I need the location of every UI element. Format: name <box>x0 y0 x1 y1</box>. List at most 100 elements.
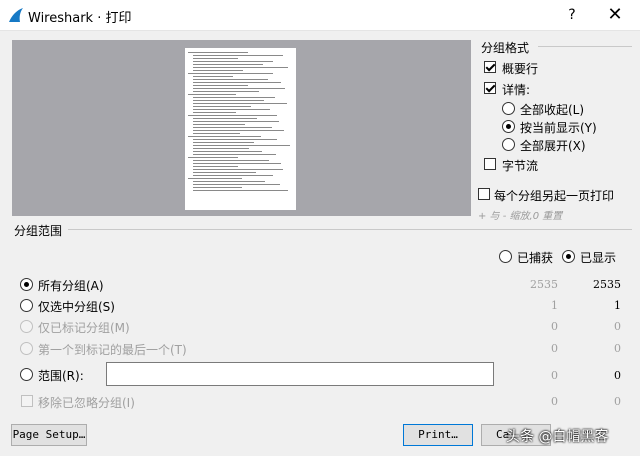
preview-text-line <box>193 82 281 83</box>
details-label: 详情: <box>502 83 531 97</box>
preview-page <box>185 48 296 210</box>
marked-only-displayed: 0 <box>614 320 621 333</box>
as-displayed-label: 按当前显示(Y) <box>520 121 597 135</box>
preview-text-line <box>193 85 248 86</box>
preview-text-line <box>193 172 256 173</box>
all-packets-captured: 2535 <box>530 278 558 291</box>
collapse-all-radio[interactable] <box>502 102 515 115</box>
preview-text-line <box>193 154 276 155</box>
help-button[interactable]: ? <box>552 0 592 30</box>
marked-only-label: 仅已标记分组(M) <box>38 321 130 335</box>
preview-text-line <box>188 157 238 158</box>
first-to-last-marked-displayed: 0 <box>614 342 621 355</box>
displayed-label: 已显示 <box>580 251 617 265</box>
preview-text-line <box>193 124 245 125</box>
marked-only-captured: 0 <box>551 320 558 333</box>
summary-label: 概要行 <box>502 62 539 76</box>
expand-all-label: 全部展开(X) <box>520 139 586 153</box>
preview-text-line <box>193 163 281 164</box>
captured-radio[interactable] <box>499 250 512 263</box>
remove-ignored-captured: 0 <box>551 395 558 408</box>
displayed-radio[interactable] <box>562 250 575 263</box>
marked-only-radio[interactable] <box>20 320 33 333</box>
preview-text-line <box>193 88 285 89</box>
packet-range-title: 分组范围 <box>14 224 63 238</box>
preview-text-line <box>193 145 290 146</box>
preview-text-line <box>188 115 277 116</box>
selected-only-captured: 1 <box>551 299 558 312</box>
packet-range-divider <box>68 229 632 230</box>
preview-text-line <box>193 112 236 113</box>
preview-text-line <box>193 139 277 140</box>
all-packets-displayed: 2535 <box>593 278 621 291</box>
packet-format-divider <box>538 46 632 47</box>
preview-text-line <box>193 169 283 170</box>
preview-text-line <box>193 184 280 185</box>
preview-text-line <box>193 118 257 119</box>
preview-text-line <box>193 79 268 80</box>
preview-text-line <box>193 76 233 77</box>
range-displayed: 0 <box>614 369 621 382</box>
summary-checkbox[interactable] <box>484 61 496 73</box>
first-to-last-marked-label: 第一个到标记的最后一个(T) <box>38 343 187 357</box>
preview-text-line <box>193 55 283 56</box>
selected-only-label: 仅选中分组(S) <box>38 300 115 314</box>
bytes-label: 字节流 <box>502 159 539 173</box>
details-checkbox[interactable] <box>484 82 496 94</box>
all-packets-label: 所有分组(A) <box>38 279 104 293</box>
preview-text-line <box>193 100 264 101</box>
print-button[interactable]: Print… <box>403 424 473 446</box>
preview-text-line <box>193 187 242 188</box>
preview-text-line <box>193 151 262 152</box>
preview-text-line <box>193 58 238 59</box>
preview-text-line <box>193 133 240 134</box>
preview-text-line <box>193 130 284 131</box>
preview-text-line <box>188 136 261 137</box>
selected-only-radio[interactable] <box>20 299 33 312</box>
all-packets-radio[interactable] <box>20 278 33 291</box>
preview-text-line <box>193 190 288 191</box>
remove-ignored-displayed: 0 <box>614 395 621 408</box>
preview-text-line <box>193 175 273 176</box>
page-setup-button[interactable]: Page Setup… <box>11 424 87 446</box>
preview-text-line <box>193 106 251 107</box>
as-displayed-radio[interactable] <box>502 120 515 133</box>
close-button[interactable]: ✕ <box>595 0 635 30</box>
preview-text-line <box>188 178 242 179</box>
window-title: Wireshark · 打印 <box>28 11 132 26</box>
preview-text-line <box>193 121 279 122</box>
expand-all-radio[interactable] <box>502 138 515 151</box>
range-label: 范围(R): <box>38 369 84 383</box>
selected-only-displayed: 1 <box>614 299 621 312</box>
zoom-hint: + 与 - 缩放,0 重置 <box>478 211 563 222</box>
preview-text-line <box>193 160 269 161</box>
print-preview[interactable] <box>12 40 471 216</box>
collapse-all-label: 全部收起(L) <box>520 103 585 117</box>
preview-text-line <box>193 181 265 182</box>
preview-text-line <box>193 97 275 98</box>
preview-text-line <box>193 67 288 68</box>
title-bar: Wireshark · 打印 ? ✕ <box>0 0 640 31</box>
preview-text-line <box>193 109 270 110</box>
preview-text-line <box>193 127 272 128</box>
new-page-label: 每个分组另起一页打印 <box>494 189 615 203</box>
preview-text-line <box>193 91 259 92</box>
bytes-checkbox[interactable] <box>484 158 496 170</box>
watermark: 头条 @白帽黑客 <box>506 429 609 445</box>
wireshark-fin-icon <box>9 8 23 22</box>
preview-text-line <box>193 148 249 149</box>
remove-ignored-checkbox[interactable] <box>21 395 33 407</box>
packet-format-title: 分组格式 <box>481 41 530 55</box>
range-radio[interactable] <box>20 368 33 381</box>
new-page-checkbox[interactable] <box>478 188 490 200</box>
range-input[interactable] <box>106 362 494 386</box>
preview-text-line <box>188 94 236 95</box>
preview-text-line <box>193 64 263 65</box>
preview-text-line <box>193 103 287 104</box>
remove-ignored-label: 移除已忽略分组(I) <box>38 396 135 410</box>
first-to-last-marked-radio[interactable] <box>20 342 33 355</box>
preview-text-line <box>193 70 243 71</box>
preview-text-line <box>193 166 238 167</box>
captured-label: 已捕获 <box>517 251 554 265</box>
preview-text-line <box>193 61 273 62</box>
